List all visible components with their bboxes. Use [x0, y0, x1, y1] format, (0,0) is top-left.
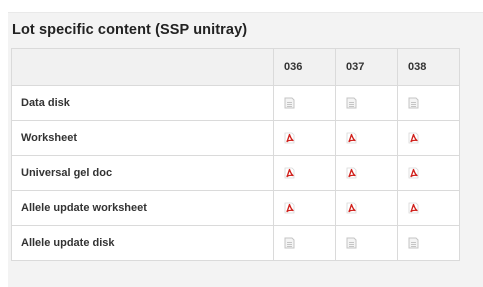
- download-cell: [397, 85, 460, 121]
- disk-icon[interactable]: [284, 97, 295, 109]
- disk-icon[interactable]: [408, 97, 419, 109]
- row-label: Allele update worksheet: [11, 190, 274, 226]
- download-cell: [397, 225, 460, 261]
- table-row: Universal gel doc: [11, 155, 460, 191]
- column-header: 037: [335, 48, 398, 86]
- column-header: 036: [273, 48, 336, 86]
- table-header-row: 036 037 038: [11, 48, 460, 86]
- panel-title: Lot specific content (SSP unitray): [12, 22, 248, 38]
- disk-icon[interactable]: [346, 97, 357, 109]
- download-cell: [273, 120, 336, 156]
- download-cell: [397, 120, 460, 156]
- download-cell: [273, 155, 336, 191]
- download-cell: [273, 225, 336, 261]
- download-cell: [273, 85, 336, 121]
- pdf-icon[interactable]: [284, 202, 295, 214]
- pdf-icon[interactable]: [346, 132, 357, 144]
- pdf-icon[interactable]: [408, 202, 419, 214]
- pdf-icon[interactable]: [346, 202, 357, 214]
- pdf-icon[interactable]: [284, 132, 295, 144]
- pdf-icon[interactable]: [408, 167, 419, 179]
- column-header: 038: [397, 48, 460, 86]
- table-row: Data disk: [11, 85, 460, 121]
- disk-icon[interactable]: [408, 237, 419, 249]
- download-cell: [335, 190, 398, 226]
- row-label: Data disk: [11, 85, 274, 121]
- disk-icon[interactable]: [284, 237, 295, 249]
- download-cell: [335, 155, 398, 191]
- row-label: Allele update disk: [11, 225, 274, 261]
- disk-icon[interactable]: [346, 237, 357, 249]
- table-row: Allele update disk: [11, 225, 460, 261]
- download-cell: [397, 190, 460, 226]
- pdf-icon[interactable]: [346, 167, 357, 179]
- row-label: Universal gel doc: [11, 155, 274, 191]
- table-row: Worksheet: [11, 120, 460, 156]
- row-label: Worksheet: [11, 120, 274, 156]
- pdf-icon[interactable]: [408, 132, 419, 144]
- download-cell: [335, 120, 398, 156]
- download-cell: [335, 85, 398, 121]
- header-blank-cell: [11, 48, 274, 86]
- download-cell: [397, 155, 460, 191]
- lot-content-table: 036 037 038 Data disk Worksheet Universal …: [11, 48, 460, 261]
- download-cell: [273, 190, 336, 226]
- download-cell: [335, 225, 398, 261]
- pdf-icon[interactable]: [284, 167, 295, 179]
- table-row: Allele update worksheet: [11, 190, 460, 226]
